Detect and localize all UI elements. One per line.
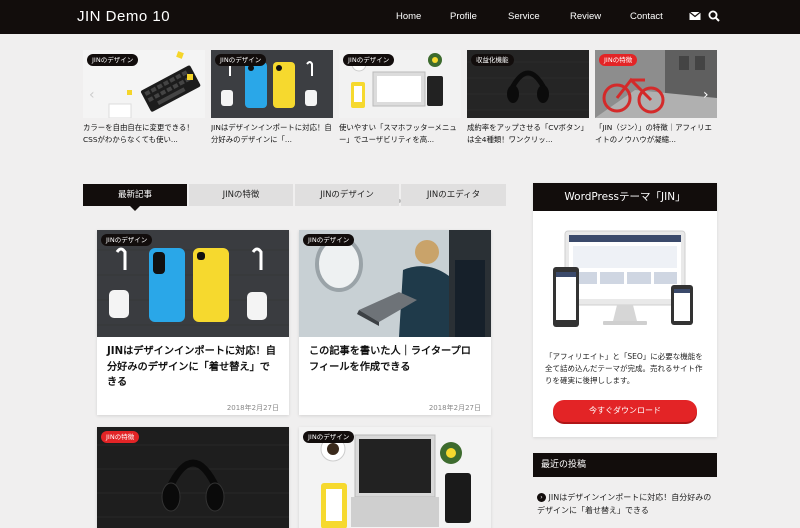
- category-tag[interactable]: 収益化機能: [471, 54, 514, 66]
- category-tag[interactable]: JINの特徴: [101, 431, 140, 443]
- post-title[interactable]: この記事を書いた人｜ライタープロフィールを作成できる: [299, 337, 491, 397]
- slider-item[interactable]: JINのデザイン 使いやすい「スマホフッターメニュー」でユーザビリティを高...: [339, 50, 461, 146]
- mail-icon[interactable]: [689, 10, 701, 22]
- category-tag[interactable]: JINのデザイン: [303, 234, 355, 246]
- category-tag[interactable]: JINのデザイン: [303, 431, 355, 443]
- nav-contact[interactable]: Contact: [630, 11, 663, 22]
- widget-description: 「アフィリエイト」と「SEO」に必要な機能を全て詰め込んだテーマが完成。売れるサ…: [545, 352, 703, 385]
- slider-item-title[interactable]: 成約率をアップさせる「CVボタン」は全4種類！ワンクリッ...: [467, 122, 589, 146]
- slider-item[interactable]: JINのデザイン JINはデザインインポートに対応！自分好みのデザインに「...: [211, 50, 333, 146]
- slider-image-laptop: JINのデザイン: [339, 50, 461, 118]
- slider-item-title[interactable]: 使いやすい「スマホフッターメニュー」でユーザビリティを高...: [339, 122, 461, 146]
- category-tag[interactable]: JINの特徴: [599, 54, 638, 66]
- chevron-right-icon: ›: [537, 493, 546, 502]
- post-thumbnail: JINのデザイン: [299, 230, 491, 337]
- slider-item-title[interactable]: 「JIN（ジン）」の特徴｜アフィリエイトのノウハウが凝縮...: [595, 122, 717, 146]
- search-icon[interactable]: [708, 10, 720, 22]
- slider-image-bicycle: JINの特徴 ›: [595, 50, 717, 118]
- nav-home[interactable]: Home: [396, 11, 421, 22]
- site-logo[interactable]: JIN Demo 10: [77, 8, 170, 25]
- post-card[interactable]: JINのデザイン: [299, 427, 491, 528]
- nav-review[interactable]: Review: [570, 11, 601, 22]
- post-thumbnail: JINのデザイン: [299, 427, 491, 528]
- slider-prev-arrow[interactable]: ‹: [89, 88, 95, 102]
- post-date: 2018年2月27日: [226, 404, 279, 412]
- slider-image-iphones: JINのデザイン: [211, 50, 333, 118]
- post-card[interactable]: JINのデザイン JINはデザインインポートに対応！自分好みのデザインに「着せ替…: [97, 230, 289, 415]
- nav-service[interactable]: Service: [508, 11, 540, 22]
- theme-mockup-image: [553, 230, 693, 327]
- category-tag[interactable]: JINのデザイン: [101, 234, 153, 246]
- nav-profile[interactable]: Profile: [450, 11, 477, 22]
- slider-next-arrow[interactable]: ›: [703, 88, 709, 102]
- theme-widget: WordPressテーマ「JIN」 「アフィリエイト」と「SEO」に必要な機能を…: [533, 183, 717, 437]
- tab-latest[interactable]: 最新記事: [83, 184, 187, 206]
- tab-design[interactable]: JINのデザイン: [295, 184, 399, 206]
- post-card[interactable]: JINのデザイン この記事を書いた人｜ライタープロフィールを作成できる 2018…: [299, 230, 491, 415]
- slider-item-title[interactable]: カラーを自由自在に変更できる！CSSがわからなくても使い...: [83, 122, 205, 146]
- category-tag[interactable]: JINのデザイン: [343, 54, 395, 66]
- site-header: JIN Demo 10 Home Profile Service Review …: [0, 0, 800, 34]
- tab-editor[interactable]: JINのエディタ: [401, 184, 506, 206]
- active-tab-indicator: [130, 206, 140, 211]
- post-date: 2018年2月27日: [428, 404, 481, 412]
- widget-title: WordPressテーマ「JIN」: [533, 183, 717, 211]
- post-thumbnail: JINのデザイン: [97, 230, 289, 337]
- slider-item-title[interactable]: JINはデザインインポートに対応！自分好みのデザインに「...: [211, 122, 333, 146]
- download-button[interactable]: 今すぐダウンロード: [553, 400, 697, 422]
- slider-item[interactable]: JINの特徴 › 「JIN（ジン）」の特徴｜アフィリエイトのノウハウが凝縮...: [595, 50, 717, 146]
- featured-slider: JINのデザイン ‹ カラーを自由自在に変更できる！CSSがわからなくても使い.…: [0, 34, 800, 203]
- post-title[interactable]: JINはデザインインポートに対応！自分好みのデザインに「着せ替え」できる: [97, 337, 289, 397]
- slider-item[interactable]: JINのデザイン ‹ カラーを自由自在に変更できる！CSSがわからなくても使い.…: [83, 50, 205, 146]
- slider-image-keyboard: JINのデザイン ‹: [83, 50, 205, 118]
- recent-post-link[interactable]: JINはデザインインポートに対応！自分好みのデザインに「着せ替え」できる: [537, 493, 711, 515]
- category-tag[interactable]: JINのデザイン: [87, 54, 139, 66]
- category-tag[interactable]: JINのデザイン: [215, 54, 267, 66]
- recent-posts-title: 最近の投稿: [533, 453, 717, 477]
- recent-post-item[interactable]: › JINはデザインインポートに対応！自分好みのデザインに「着せ替え」できる: [537, 491, 717, 517]
- tab-features[interactable]: JINの特徴: [189, 184, 293, 206]
- category-tabs: 最新記事 JINの特徴 JINのデザイン JINのエディタ: [83, 184, 506, 206]
- slider-image-headphones: 収益化機能: [467, 50, 589, 118]
- post-card[interactable]: JINの特徴: [97, 427, 289, 528]
- post-thumbnail: JINの特徴: [97, 427, 289, 528]
- slider-item[interactable]: 収益化機能 成約率をアップさせる「CVボタン」は全4種類！ワンクリッ...: [467, 50, 589, 146]
